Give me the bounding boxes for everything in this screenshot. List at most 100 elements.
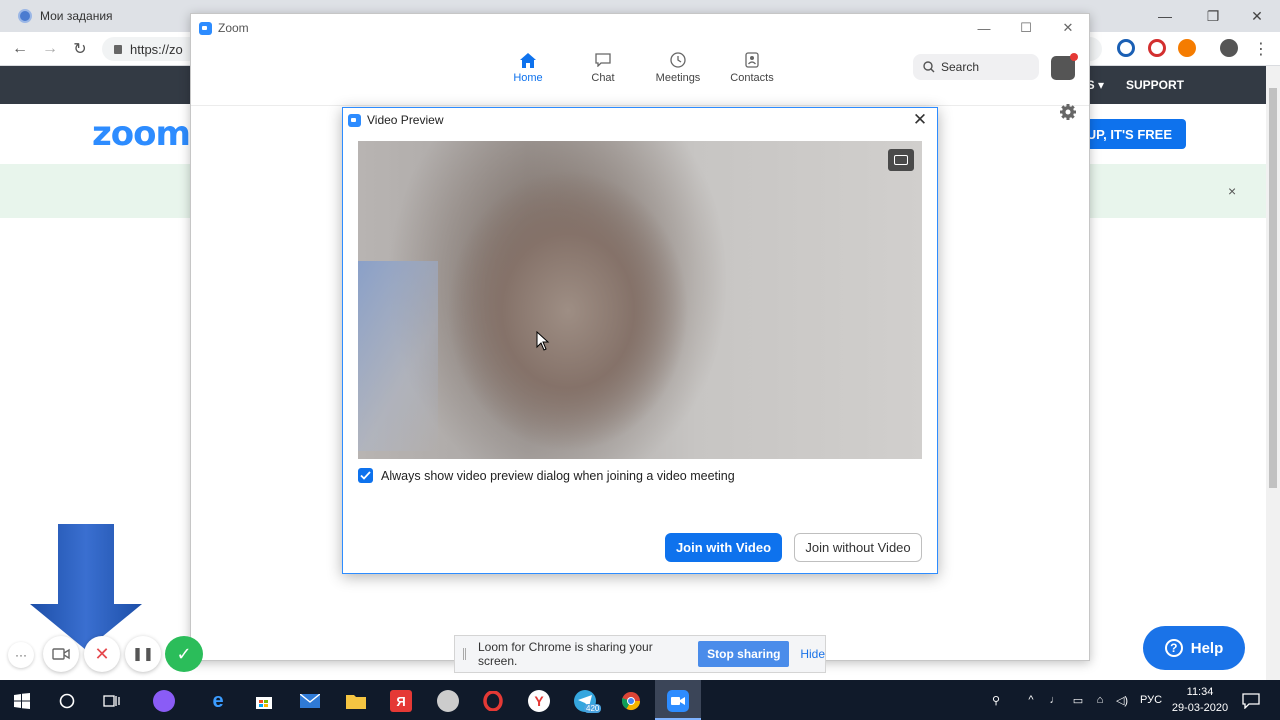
settings-gear-icon[interactable] xyxy=(1059,103,1077,121)
zoom-profile-avatar[interactable] xyxy=(1051,53,1078,80)
profile-avatar[interactable] xyxy=(1220,39,1238,57)
page-scrollbar[interactable] xyxy=(1266,66,1280,680)
zoom-taskbar-icon[interactable] xyxy=(667,690,689,712)
clock-date: 29-03-2020 xyxy=(1171,702,1229,714)
join-with-video-button[interactable]: Join with Video xyxy=(665,533,782,562)
microphone-icon[interactable]: ♩ xyxy=(1048,694,1062,706)
question-icon: ? xyxy=(1164,639,1183,657)
loom-cancel-button[interactable]: ✕ xyxy=(84,636,120,672)
taskbar-clock[interactable]: 11:34 29-03-2020 xyxy=(1168,684,1232,716)
help-label: Help xyxy=(1190,639,1224,657)
tray-expand-chevron-icon[interactable]: ^ xyxy=(1024,694,1038,706)
drag-handle-icon[interactable] xyxy=(463,648,466,660)
mouse-cursor-icon xyxy=(536,331,550,351)
loom-more-button[interactable]: ··· xyxy=(8,642,34,668)
zoom-logo-icon xyxy=(199,21,212,35)
browser-minimize-button[interactable]: — xyxy=(1142,0,1188,32)
extension-icon[interactable] xyxy=(1148,39,1166,57)
camera-preview xyxy=(358,141,922,459)
cortana-search-icon[interactable] xyxy=(56,690,78,712)
clock-time: 11:34 xyxy=(1186,686,1214,698)
extension-icon[interactable] xyxy=(1117,39,1135,57)
tab-label: Home xyxy=(513,72,543,84)
help-button[interactable]: ? Help xyxy=(1143,626,1245,670)
back-arrow-icon[interactable]: ← xyxy=(8,38,32,60)
volume-icon[interactable]: ◁) xyxy=(1114,694,1130,707)
telegram-icon[interactable]: 420 xyxy=(574,690,602,713)
zoom-logo-icon xyxy=(348,113,361,127)
browser-menu-icon[interactable]: ⋮ xyxy=(1249,38,1273,60)
hide-sharing-bar-link[interactable]: Hide xyxy=(800,647,825,661)
tab-label: Contacts xyxy=(730,72,774,84)
dialog-close-button[interactable]: ✕ xyxy=(909,109,931,131)
network-icon[interactable]: ⌂ xyxy=(1092,694,1108,706)
search-placeholder: Search xyxy=(941,60,980,74)
people-icon[interactable]: ⚲ xyxy=(986,694,1006,707)
tab-favicon-icon xyxy=(18,9,32,23)
telegram-badge: 420 xyxy=(584,704,602,713)
join-without-video-button[interactable]: Join without Video xyxy=(794,533,922,562)
task-view-icon[interactable] xyxy=(101,690,123,712)
zoom-search-box[interactable]: Search xyxy=(913,54,1039,80)
loom-camera-button[interactable] xyxy=(43,636,79,672)
camera-light-area xyxy=(358,261,438,451)
extension-icon[interactable] xyxy=(1178,39,1196,57)
always-show-preview-checkbox[interactable]: Always show video preview dialog when jo… xyxy=(358,468,735,483)
banner-close-icon[interactable]: × xyxy=(1228,183,1236,199)
checkbox-checked-icon[interactable] xyxy=(358,468,373,483)
video-preview-dialog: Video Preview ✕ Always show video previe… xyxy=(342,107,938,574)
reload-icon[interactable]: ↻ xyxy=(68,38,92,60)
zoom-maximize-button[interactable]: ☐ xyxy=(1005,14,1047,42)
chat-icon xyxy=(594,52,612,68)
yandex-app-icon[interactable]: Я xyxy=(390,690,412,712)
zoom-title-bar: Zoom xyxy=(191,14,1089,42)
site-nav-support[interactable]: SUPPORT xyxy=(1126,78,1184,92)
dialog-title-bar: Video Preview xyxy=(343,108,937,132)
search-icon xyxy=(923,61,935,73)
loom-finish-button[interactable]: ✓ xyxy=(165,636,203,672)
browser-tab[interactable]: Мои задания xyxy=(8,0,188,32)
forward-arrow-icon[interactable]: → xyxy=(38,38,62,60)
browser-restore-button[interactable]: ❐ xyxy=(1190,0,1236,32)
zoom-window-title: Zoom xyxy=(218,21,249,35)
stop-sharing-button[interactable]: Stop sharing xyxy=(698,641,790,667)
input-language[interactable]: РУС xyxy=(1140,694,1162,706)
down-arrow-icon xyxy=(30,524,142,650)
dialog-title: Video Preview xyxy=(367,113,444,127)
signup-button[interactable]: UP, IT'S FREE xyxy=(1080,119,1186,149)
battery-icon[interactable]: ▭ xyxy=(1070,694,1086,707)
clock-icon xyxy=(669,52,687,68)
store-icon[interactable] xyxy=(253,690,275,712)
camera-icon xyxy=(52,648,70,660)
opera-icon[interactable] xyxy=(482,690,504,712)
browser-close-button[interactable]: ✕ xyxy=(1234,0,1280,32)
notifications-icon[interactable] xyxy=(1240,690,1262,712)
screen-sharing-bar: Loom for Chrome is sharing your screen. … xyxy=(454,635,826,673)
media-player-icon[interactable] xyxy=(437,690,459,712)
tab-meetings[interactable]: Meetings xyxy=(643,52,713,84)
zoom-close-button[interactable]: ✕ xyxy=(1047,14,1089,42)
tab-contacts[interactable]: Contacts xyxy=(717,52,787,84)
virtual-background-icon[interactable] xyxy=(888,149,914,171)
tab-chat[interactable]: Chat xyxy=(568,52,638,84)
sharing-status-text: Loom for Chrome is sharing your screen. xyxy=(477,640,653,668)
yandex-browser-icon[interactable]: Y xyxy=(528,690,550,712)
loom-pause-button[interactable]: ❚❚ xyxy=(125,636,161,672)
home-icon xyxy=(519,52,537,68)
tab-home[interactable]: Home xyxy=(493,52,563,84)
mail-icon[interactable] xyxy=(299,690,321,712)
chrome-icon[interactable] xyxy=(620,690,642,712)
alice-assistant-icon[interactable] xyxy=(153,690,175,712)
tab-label: Meetings xyxy=(655,72,701,84)
edge-browser-icon[interactable]: e xyxy=(207,690,229,712)
contacts-icon xyxy=(743,52,761,68)
zoom-site-logo[interactable]: zoom xyxy=(92,114,191,154)
lock-icon xyxy=(114,44,122,54)
tab-title: Мои задания xyxy=(40,9,113,23)
system-tray: ⚲ ^ ♩ ▭ ⌂ ◁) РУС xyxy=(986,680,1162,720)
address-url: https://zo xyxy=(130,41,183,57)
scrollbar-thumb[interactable] xyxy=(1269,88,1277,488)
windows-start-icon[interactable] xyxy=(11,690,33,712)
zoom-minimize-button[interactable]: — xyxy=(963,14,1005,42)
file-explorer-icon[interactable] xyxy=(345,690,367,712)
